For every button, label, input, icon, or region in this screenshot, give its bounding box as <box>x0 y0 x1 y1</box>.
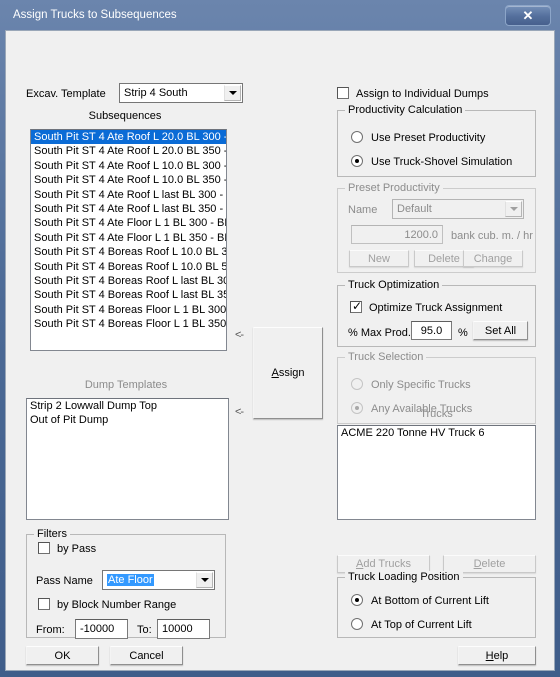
subsequences-label: Subsequences <box>88 110 162 122</box>
ok-button[interactable]: OK <box>26 646 99 665</box>
subsequence-list-item[interactable]: South Pit ST 4 Boreas Roof L last BL 300… <box>31 274 226 288</box>
max-prod-input[interactable]: 95.0 <box>411 321 452 340</box>
subsequence-list-item[interactable]: South Pit ST 4 Boreas Roof L last BL 350… <box>31 288 226 302</box>
preset-name-value: Default <box>397 203 432 215</box>
at-bottom-of-current-lift-label: At Bottom of Current Lift <box>371 595 489 607</box>
max-prod-label: % Max Prod. <box>348 327 411 339</box>
dump-templates-listbox[interactable]: Strip 2 Lowwall Dump Top Out of Pit Dump <box>26 398 229 520</box>
window-frame-inner: Assign Trucks to Subsequences ✕ Excav. T… <box>5 4 555 671</box>
chevron-down-icon[interactable] <box>196 572 213 588</box>
chevron-down-icon <box>505 201 522 217</box>
filters-group-title: Filters <box>34 528 70 540</box>
subsequence-list-item[interactable]: South Pit ST 4 Ate Roof L last BL 300 - … <box>31 188 226 202</box>
subsequence-list-item[interactable]: South Pit ST 4 Boreas Floor L 1 BL 300 -… <box>31 303 226 317</box>
preset-change-button: Change <box>463 250 523 267</box>
percent-sign-label: % <box>458 327 468 339</box>
by-pass-checkbox[interactable] <box>38 542 50 554</box>
excav-template-combo[interactable]: Strip 4 South <box>119 83 243 103</box>
subsequence-list-item[interactable]: South Pit ST 4 Ate Roof L 20.0 BL 300 - … <box>31 130 226 145</box>
subsequence-list-item[interactable]: South Pit ST 4 Ate Roof L 10.0 BL 300 - … <box>31 159 226 173</box>
window-title: Assign Trucks to Subsequences <box>13 9 177 21</box>
subsequences-listbox[interactable]: South Pit ST 4 Ate Roof L 20.0 BL 300 - … <box>30 129 227 351</box>
radio-only-specific-trucks <box>351 378 363 390</box>
preset-new-button: New <box>349 250 409 267</box>
title-bar: Assign Trucks to Subsequences ✕ <box>5 4 555 30</box>
excav-template-label: Excav. Template <box>26 88 106 100</box>
preset-name-combo: Default <box>392 199 524 219</box>
help-button[interactable]: Help <box>458 646 536 665</box>
to-input[interactable]: 10000 <box>157 619 210 639</box>
subsequence-list-item[interactable]: South Pit ST 4 Ate Floor L 1 BL 300 - BL… <box>31 216 226 230</box>
from-label: From: <box>36 624 65 636</box>
assign-individual-dumps-checkbox[interactable] <box>337 87 349 99</box>
assign-individual-dumps-label: Assign to Individual Dumps <box>356 88 489 100</box>
delete-trucks-label-rest: elete <box>481 558 506 570</box>
radio-use-truck-shovel-simulation[interactable] <box>351 155 363 167</box>
subsequence-list-item[interactable]: South Pit ST 4 Boreas Roof L 10.0 BL 300… <box>31 245 226 259</box>
truck-list-item[interactable]: ACME 220 Tonne HV Truck 6 <box>338 426 535 440</box>
dump-templates-label: Dump Templates <box>84 379 168 391</box>
optimize-truck-assignment-checkbox[interactable]: ✓ <box>350 300 362 313</box>
use-truck-shovel-simulation-label: Use Truck-Shovel Simulation <box>371 156 513 168</box>
radio-at-top-of-current-lift[interactable] <box>351 618 363 630</box>
pass-name-label: Pass Name <box>36 575 93 587</box>
preset-rate-units-label: bank cub. m. / hr <box>451 230 533 242</box>
help-accesskey: H <box>485 649 494 662</box>
preset-productivity-title: Preset Productivity <box>345 182 443 194</box>
delete-trucks-accesskey: D <box>473 558 482 570</box>
pass-name-combo[interactable]: Ate Floor <box>102 570 215 590</box>
assign-button[interactable]: Assign <box>253 327 323 419</box>
trucks-listbox[interactable]: ACME 220 Tonne HV Truck 6 <box>337 425 536 520</box>
subsequence-list-item[interactable]: South Pit ST 4 Boreas Roof L 10.0 BL 500… <box>31 260 226 274</box>
assign-button-label-rest: ssign <box>278 367 305 379</box>
optimize-truck-assignment-label: Optimize Truck Assignment <box>369 302 503 314</box>
close-icon: ✕ <box>522 7 534 23</box>
only-specific-trucks-label: Only Specific Trucks <box>371 379 471 391</box>
dump-template-list-item[interactable]: Out of Pit Dump <box>27 413 228 427</box>
assign-arrow-bottom: <- <box>235 406 244 418</box>
filters-group: Filters by Pass Pass Name Ate Floor by B… <box>26 528 226 639</box>
radio-at-bottom-of-current-lift[interactable] <box>351 594 363 606</box>
pass-name-value: Ate Floor <box>107 574 154 586</box>
truck-loading-position-group: Truck Loading Position At Bottom of Curr… <box>337 571 536 638</box>
productivity-calculation-group: Productivity Calculation Use Preset Prod… <box>337 104 536 177</box>
by-block-range-label: by Block Number Range <box>57 599 177 611</box>
radio-use-preset-productivity[interactable] <box>351 131 363 143</box>
truck-optimization-group: Truck Optimization ✓ Optimize Truck Assi… <box>337 279 536 347</box>
from-input[interactable]: -10000 <box>75 619 128 639</box>
by-block-range-checkbox[interactable] <box>38 598 50 610</box>
truck-loading-position-title: Truck Loading Position <box>345 571 463 583</box>
preset-rate-input: 1200.0 <box>351 225 443 244</box>
subsequence-list-item[interactable]: South Pit ST 4 Ate Floor L 1 BL 350 - BL… <box>31 231 226 245</box>
excav-template-value: Strip 4 South <box>124 87 188 99</box>
subsequence-list-item[interactable]: South Pit ST 4 Boreas Floor L 1 BL 350 -… <box>31 317 226 331</box>
set-all-button[interactable]: Set All <box>473 321 528 340</box>
help-label-rest: elp <box>493 649 509 662</box>
cancel-button[interactable]: Cancel <box>110 646 183 665</box>
chevron-down-icon[interactable] <box>224 85 241 101</box>
dialog-window: Assign Trucks to Subsequences ✕ Excav. T… <box>0 0 560 677</box>
truck-selection-title: Truck Selection <box>345 351 427 363</box>
use-preset-productivity-label: Use Preset Productivity <box>371 132 486 144</box>
assign-button-accesskey: A <box>271 367 279 379</box>
preset-productivity-group: Preset Productivity Name Default 1200.0 … <box>337 182 536 273</box>
at-top-of-current-lift-label: At Top of Current Lift <box>371 619 472 631</box>
subsequence-list-item[interactable]: South Pit ST 4 Ate Roof L 20.0 BL 350 - … <box>31 144 226 158</box>
truck-optimization-title: Truck Optimization <box>345 279 443 291</box>
dialog-client-area: Excav. Template Strip 4 South Subsequenc… <box>5 30 555 671</box>
subsequence-list-item[interactable]: South Pit ST 4 Ate Roof L last BL 350 - … <box>31 202 226 216</box>
close-button[interactable]: ✕ <box>505 5 551 26</box>
by-pass-label: by Pass <box>57 543 97 555</box>
productivity-calculation-title: Productivity Calculation <box>345 104 466 116</box>
dump-template-list-item[interactable]: Strip 2 Lowwall Dump Top <box>27 399 228 413</box>
assign-arrow-top: <- <box>235 329 244 341</box>
to-label: To: <box>137 624 152 636</box>
subsequence-list-item[interactable]: South Pit ST 4 Ate Roof L 10.0 BL 350 - … <box>31 173 226 187</box>
add-trucks-label-rest: dd Trucks <box>363 558 412 570</box>
preset-name-label: Name <box>348 204 378 216</box>
trucks-label: Trucks <box>420 408 453 420</box>
